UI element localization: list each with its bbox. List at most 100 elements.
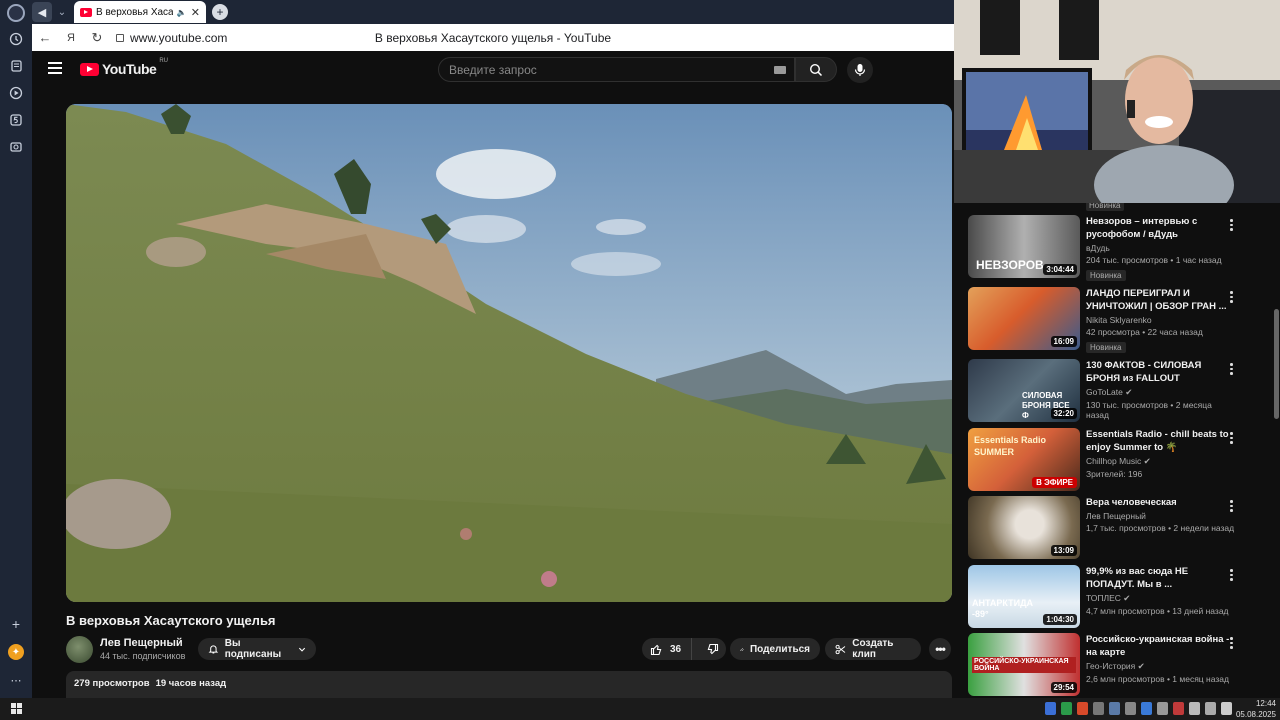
share-label: Поделиться bbox=[749, 643, 810, 655]
more-vertical-icon[interactable] bbox=[1230, 569, 1234, 581]
thumbnail-text: НЕВЗОРОВ bbox=[976, 258, 1044, 272]
microphone-icon[interactable] bbox=[1221, 702, 1232, 715]
bluetooth-icon[interactable] bbox=[1141, 702, 1152, 715]
screen: + ✦ ⋯ ◀ ⌄ В верховья Хасаутского ущелья … bbox=[0, 0, 1280, 720]
keyboard-icon[interactable] bbox=[774, 66, 786, 74]
video-thumbnail[interactable]: СИЛОВАЯ БРОНЯ ВСЕ Ф 32:20 bbox=[968, 359, 1080, 422]
history-icon[interactable] bbox=[6, 29, 26, 49]
back-icon[interactable]: ← bbox=[32, 30, 58, 45]
speaker-icon[interactable]: 🔈 bbox=[177, 8, 187, 17]
video-thumbnail[interactable]: АНТАРКТИДА -89° 1:04:30 bbox=[968, 565, 1080, 628]
chevron-down-icon bbox=[298, 647, 306, 652]
related-video-item[interactable]: Essentials Radio SUMMER В ЭФИРЕ Essentia… bbox=[968, 428, 1268, 492]
media-icon[interactable] bbox=[6, 83, 26, 103]
new-tab-button[interactable]: + bbox=[212, 4, 228, 20]
scissors-icon bbox=[835, 644, 846, 654]
subscribed-label: Вы подписаны bbox=[224, 638, 282, 660]
video-thumbnail[interactable]: Essentials Radio SUMMER В ЭФИРЕ bbox=[968, 428, 1080, 491]
more-vertical-icon[interactable] bbox=[1230, 500, 1234, 512]
related-video-item[interactable]: АНТАРКТИДА -89° 1:04:30 99,9% из вас сюд… bbox=[968, 565, 1268, 629]
menu-icon[interactable] bbox=[48, 62, 62, 74]
channel-name: Chillhop Music ✔ bbox=[1086, 456, 1151, 466]
tray-app-icon[interactable] bbox=[1061, 702, 1072, 715]
related-video-item[interactable]: РОССИЙСКО-УКРАИНСКАЯ ВОЙНА 29:54 Российс… bbox=[968, 633, 1268, 697]
volume-icon[interactable] bbox=[1189, 702, 1200, 715]
video-title: 99,9% из вас сюда НЕ ПОПАДУТ. Мы в ... bbox=[1086, 566, 1189, 590]
more-vertical-icon[interactable] bbox=[1230, 363, 1234, 375]
steam-icon[interactable] bbox=[1109, 702, 1120, 715]
collections-icon[interactable] bbox=[6, 56, 26, 76]
video-thumbnail[interactable]: НЕВЗОРОВ 3:04:44 bbox=[968, 215, 1080, 278]
related-video-item[interactable]: 13:09 Вера человеческая Лев Пещерный 1,7… bbox=[968, 496, 1268, 560]
zen-icon[interactable]: ✦ bbox=[8, 644, 24, 660]
channel-row: Лев Пещерный 44 тыс. подписчиков Вы подп… bbox=[66, 636, 952, 666]
related-video-item[interactable]: СИЛОВАЯ БРОНЯ ВСЕ Ф 32:20 130 ФАКТОВ - С… bbox=[968, 359, 1268, 423]
network-icon[interactable] bbox=[1157, 702, 1168, 715]
clock-time: 12:44 bbox=[1255, 699, 1276, 708]
create-clip-button[interactable]: Создать клип bbox=[825, 638, 921, 660]
screenshot-icon[interactable] bbox=[6, 137, 26, 157]
tray-app-icon[interactable] bbox=[1077, 702, 1088, 715]
video-thumbnail[interactable]: РОССИЙСКО-УКРАИНСКАЯ ВОЙНА 29:54 bbox=[968, 633, 1080, 696]
search-button[interactable] bbox=[795, 57, 837, 82]
chevron-down-icon[interactable]: ⌄ bbox=[52, 2, 72, 22]
tray-app-icon[interactable] bbox=[1093, 702, 1104, 715]
more-vertical-icon[interactable] bbox=[1230, 291, 1234, 303]
more-icon[interactable]: ⋯ bbox=[6, 670, 26, 690]
browser-profile-icon[interactable] bbox=[7, 4, 25, 22]
dislike-button[interactable] bbox=[698, 643, 727, 656]
tab-strip: ◀ ⌄ В верховья Хасаутского ущелья - YouT… bbox=[32, 0, 954, 24]
related-video-item[interactable]: 16:09 ЛАНДО ПЕРЕИГРАЛ И УНИЧТОЖИЛ | ОБЗО… bbox=[968, 287, 1268, 353]
thumbs-down-icon bbox=[707, 643, 719, 654]
channel-name[interactable]: Лев Пещерный bbox=[100, 637, 183, 649]
tray-app-icon[interactable] bbox=[1045, 702, 1056, 715]
upload-date: 19 часов назад bbox=[155, 678, 227, 689]
active-tab[interactable]: В верховья Хасаутского ущелья - YouTube … bbox=[74, 1, 206, 23]
like-button[interactable]: 36 bbox=[642, 638, 693, 660]
system-tray bbox=[1045, 702, 1232, 715]
scrollbar[interactable] bbox=[1274, 309, 1279, 419]
video-thumbnail[interactable]: 16:09 bbox=[968, 287, 1080, 350]
video-thumbnail[interactable]: 13:09 bbox=[968, 496, 1080, 559]
youtube-favicon-icon bbox=[80, 7, 92, 17]
url-field[interactable]: www.youtube.com bbox=[116, 31, 227, 45]
windows-start-icon[interactable] bbox=[11, 703, 22, 714]
yandex-icon[interactable]: Я bbox=[58, 32, 84, 44]
taskbar-clock[interactable]: 12:44 05.08.2025 bbox=[1236, 698, 1276, 720]
address-bar: В верховья Хасаутского ущелья - YouTube … bbox=[32, 24, 954, 51]
voice-search-button[interactable] bbox=[847, 57, 873, 83]
logo-wordmark: YouTube bbox=[102, 61, 157, 77]
tray-app-icon[interactable] bbox=[1173, 702, 1184, 715]
country-code: RU bbox=[159, 58, 168, 64]
subscribed-button[interactable]: Вы подписаны bbox=[198, 638, 316, 660]
channel-name: вДудь bbox=[1086, 243, 1110, 253]
video-player[interactable] bbox=[66, 104, 952, 602]
add-panel-icon[interactable]: + bbox=[6, 614, 26, 634]
webcam-overlay bbox=[954, 0, 1280, 203]
more-horizontal-icon: ••• bbox=[935, 642, 946, 656]
channel-name: Гео-История ✔ bbox=[1086, 661, 1145, 671]
related-video-item[interactable]: НЕВЗОРОВ 3:04:44 Невзоров – интервью с р… bbox=[968, 215, 1268, 281]
tab-title: В верховья Хасаутского ущелья - YouTube bbox=[96, 6, 173, 18]
channel-avatar[interactable] bbox=[66, 636, 93, 663]
reload-icon[interactable]: ↻ bbox=[84, 30, 110, 46]
search-icon bbox=[809, 63, 823, 76]
search-input[interactable]: Введите запрос bbox=[438, 57, 795, 82]
more-vertical-icon[interactable] bbox=[1230, 637, 1234, 649]
description-box[interactable]: 279 просмотров 19 часов назад bbox=[66, 671, 952, 698]
more-actions-button[interactable]: ••• bbox=[929, 638, 951, 660]
monitor-icon[interactable] bbox=[1205, 702, 1216, 715]
pinned-app-5-icon[interactable] bbox=[6, 110, 26, 130]
channel-name: Лев Пещерный bbox=[1086, 511, 1146, 521]
more-vertical-icon[interactable] bbox=[1230, 432, 1234, 444]
share-button[interactable]: Поделиться bbox=[730, 638, 820, 660]
video-stats: 4,7 млн просмотров • 13 дней назад bbox=[1086, 606, 1229, 616]
close-tab-icon[interactable]: ✕ bbox=[191, 6, 200, 19]
like-dislike-group: 36 bbox=[642, 638, 726, 660]
youtube-logo[interactable]: YouTube RU bbox=[80, 58, 168, 77]
mute-tab-icon[interactable]: ◀ bbox=[32, 2, 52, 22]
duration-badge: 29:54 bbox=[1050, 682, 1077, 693]
duration-badge: 16:09 bbox=[1050, 336, 1077, 347]
more-vertical-icon[interactable] bbox=[1230, 219, 1234, 231]
speaker-icon[interactable] bbox=[1125, 702, 1136, 715]
